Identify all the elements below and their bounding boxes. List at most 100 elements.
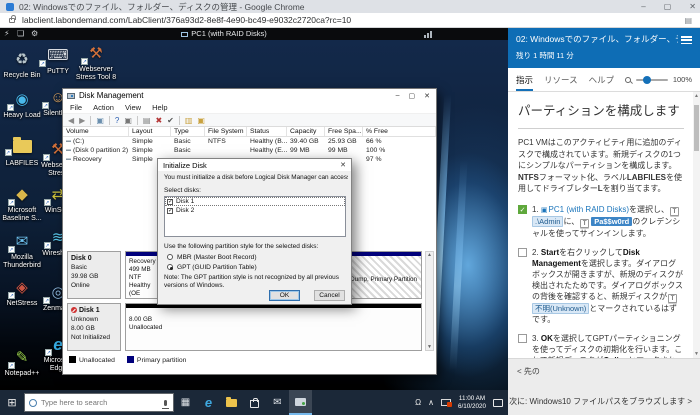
volume-cell: Healthy (E... bbox=[247, 146, 287, 155]
scroll-up-icon[interactable]: ▲ bbox=[693, 93, 700, 99]
people-icon[interactable]: Ω bbox=[415, 398, 421, 407]
machine-label: PC1 (with RAID Disks) bbox=[0, 28, 448, 40]
column-header[interactable]: File System bbox=[205, 127, 247, 136]
start-button[interactable]: ⊞ bbox=[0, 396, 24, 409]
url-text[interactable]: labclient.labondemand.com/LabClient/376a… bbox=[22, 15, 351, 25]
microphone-icon[interactable] bbox=[164, 400, 167, 406]
volume-cell: 25.93 GB bbox=[325, 137, 363, 146]
maximize-icon[interactable]: ▢ bbox=[409, 92, 416, 100]
new-volume-icon[interactable]: ▥ bbox=[185, 114, 193, 127]
tab-[interactable]: リソース bbox=[544, 68, 578, 91]
scroll-down-icon[interactable]: ▼ bbox=[426, 344, 433, 350]
console-window-icon[interactable]: ▣ bbox=[96, 114, 104, 127]
type-text-icon[interactable]: T bbox=[580, 219, 589, 228]
mail-button[interactable]: ✉ bbox=[266, 390, 289, 415]
folder-icon bbox=[226, 399, 237, 407]
action-pane-icon[interactable]: ▤ bbox=[143, 114, 151, 127]
disk-management-taskbar-button[interactable] bbox=[289, 390, 312, 415]
volume-cell bbox=[205, 146, 247, 155]
graph-scrollbar[interactable]: ▲ ▼ bbox=[425, 251, 434, 351]
step-checkbox[interactable] bbox=[518, 334, 527, 343]
app-glyph-icon: ✉ bbox=[16, 233, 29, 250]
browser-urlbar[interactable]: labclient.labondemand.com/LabClient/376a… bbox=[0, 13, 700, 28]
close-icon[interactable]: ✕ bbox=[340, 161, 346, 169]
window-titlebar[interactable]: Disk Management – ▢ ✕ bbox=[63, 89, 436, 102]
menu-action[interactable]: Action bbox=[93, 103, 114, 112]
type-text-icon[interactable]: T bbox=[668, 294, 677, 303]
type-text-icon[interactable]: T bbox=[670, 207, 679, 216]
disk-select-row[interactable]: ✓Disk 1 bbox=[165, 197, 345, 206]
search-box[interactable]: Type here to search bbox=[24, 393, 174, 412]
check-icon[interactable]: ✔ bbox=[167, 114, 174, 127]
nav-forward-icon[interactable]: ▶ bbox=[79, 114, 85, 127]
option-label: GPT (GUID Partition Table) bbox=[177, 264, 257, 271]
disk-select-row[interactable]: ✓Disk 2 bbox=[165, 206, 345, 215]
security-alert-icon[interactable] bbox=[441, 399, 451, 406]
tab-[interactable]: ヘルプ bbox=[589, 68, 615, 91]
menu-hamburger-icon[interactable] bbox=[681, 36, 692, 46]
minimize-icon[interactable]: – bbox=[396, 92, 400, 100]
sidebar-scrollbar[interactable]: ▲ ▼ bbox=[693, 92, 700, 358]
nav-back-icon[interactable]: ◀ bbox=[68, 114, 74, 127]
store-button[interactable] bbox=[243, 390, 266, 415]
scroll-down-icon[interactable]: ▼ bbox=[693, 351, 700, 357]
disk-checkbox[interactable]: ✓ bbox=[167, 199, 173, 205]
column-header[interactable]: Status bbox=[247, 127, 287, 136]
zoom-slider[interactable] bbox=[636, 79, 668, 81]
close-icon[interactable]: ✕ bbox=[424, 92, 430, 100]
menu-help[interactable]: Help bbox=[152, 103, 167, 112]
radio-icon[interactable] bbox=[167, 254, 173, 260]
desktop-icon-webserver-stress-tool-8[interactable]: ⚒↗Webserver Stress Tool 8 bbox=[74, 44, 118, 82]
disk0-label[interactable]: Disk 0 Basic 39.98 GB Online bbox=[67, 251, 121, 299]
radio-icon[interactable] bbox=[167, 264, 173, 270]
menu-file[interactable]: File bbox=[70, 103, 82, 112]
step-checkbox[interactable] bbox=[518, 248, 527, 257]
disk1-label[interactable]: Disk 1 Unknown 8.00 GB Not Initialized bbox=[67, 303, 121, 351]
file-explorer-button[interactable] bbox=[220, 390, 243, 415]
cortana-icon bbox=[29, 399, 37, 407]
unallocated-space[interactable]: 8.00 GB Unallocated bbox=[125, 303, 422, 351]
column-header[interactable]: Layout bbox=[129, 127, 171, 136]
task-view-button[interactable]: ▦ bbox=[174, 390, 197, 415]
volume-row[interactable]: ▬(Disk 0 partition 2)SimpleBasicHealthy … bbox=[63, 146, 436, 155]
text-run: を選択してGPTパーティショニングを使ってディスクの初期化を行います。これで新規… bbox=[532, 334, 682, 359]
scrollbar-thumb[interactable] bbox=[694, 105, 699, 151]
column-header[interactable]: Type bbox=[171, 127, 205, 136]
signal-strength-icon bbox=[424, 31, 432, 38]
volume-row[interactable]: ▬(C:)SimpleBasicNTFSHealthy (B...39.40 G… bbox=[63, 137, 436, 146]
previous-link[interactable]: < 先の bbox=[517, 366, 540, 377]
ok-button[interactable]: OK bbox=[269, 290, 300, 301]
menu-view[interactable]: View bbox=[125, 103, 141, 112]
minimize-icon[interactable]: – bbox=[641, 0, 645, 13]
edge-taskbar-button[interactable]: e bbox=[197, 390, 220, 415]
open-folder-icon[interactable]: ▣ bbox=[197, 114, 205, 127]
scroll-up-icon[interactable]: ▲ bbox=[426, 252, 433, 258]
vm-link[interactable]: PC1 (with RAID Disks) bbox=[549, 205, 629, 214]
views-icon[interactable]: ▣ bbox=[124, 114, 132, 127]
legend-item: Unallocated bbox=[69, 356, 115, 364]
icon-tile: ⚒↗ bbox=[89, 44, 102, 64]
column-header[interactable]: Free Spa... bbox=[325, 127, 363, 136]
step-checkbox[interactable]: ✓ bbox=[518, 205, 527, 214]
clock[interactable]: 11:00 AM 6/10/2020 bbox=[458, 395, 486, 410]
dialog-titlebar[interactable]: Initialize Disk ✕ bbox=[158, 159, 351, 171]
show-hidden-icons-caret[interactable]: ∧ bbox=[428, 398, 434, 407]
column-header[interactable]: Volume bbox=[63, 127, 129, 136]
maximize-icon[interactable]: ▢ bbox=[664, 0, 672, 13]
zoom-slider-thumb[interactable] bbox=[643, 76, 651, 84]
next-link[interactable]: 次に: Windows10 ファイルパスをブラウズします > bbox=[509, 396, 692, 407]
disk-checkbox[interactable]: ✓ bbox=[167, 208, 173, 214]
help-icon[interactable]: ? bbox=[115, 114, 119, 127]
column-header[interactable]: Capacity bbox=[287, 127, 325, 136]
cancel-button[interactable]: Cancel bbox=[314, 290, 345, 301]
step-item: ✓1. ▣PC1 (with RAID Disks)を選択し、T.\Adminに… bbox=[518, 204, 684, 239]
close-icon[interactable]: ✕ bbox=[689, 0, 696, 13]
browser-action-icon[interactable]: ▤ bbox=[684, 16, 692, 25]
icon-tile: ◉↗ bbox=[15, 90, 28, 110]
column-header[interactable]: % Free bbox=[363, 127, 436, 136]
tab-[interactable]: 指示 bbox=[516, 68, 533, 91]
partition-style-option[interactable]: GPT (GUID Partition Table) bbox=[167, 262, 257, 272]
delete-icon[interactable]: ✖ bbox=[155, 114, 162, 127]
partition-style-option[interactable]: MBR (Master Boot Record) bbox=[167, 252, 257, 262]
action-center-icon[interactable] bbox=[493, 399, 503, 407]
